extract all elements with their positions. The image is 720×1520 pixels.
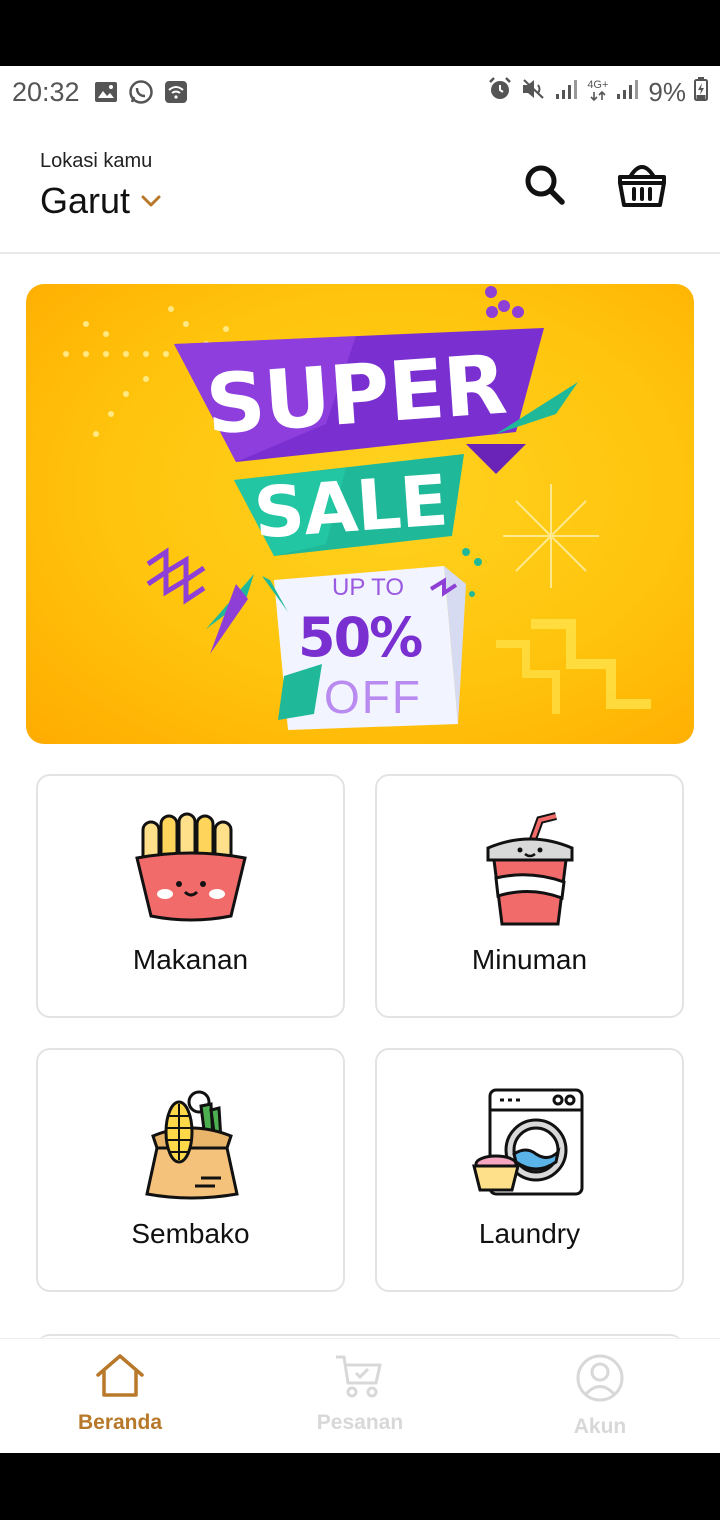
basket-button[interactable] <box>614 158 670 214</box>
location-city: Garut <box>40 180 131 221</box>
nav-akun[interactable]: Akun <box>480 1339 720 1453</box>
category-card-minuman[interactable]: Minuman <box>375 774 684 1018</box>
chevron-down-icon <box>140 194 162 208</box>
wifi-box-icon <box>164 80 188 104</box>
system-bottom-bar <box>0 1453 720 1520</box>
battery-charging-icon <box>694 76 708 108</box>
location-label: Lokasi kamu <box>40 150 153 172</box>
user-icon <box>574 1353 626 1407</box>
banner-text-off: OFF <box>324 671 422 723</box>
promo-banner[interactable]: SUPER SALE UP TO 50% OFF <box>26 284 694 744</box>
status-bar: 20:32 4G+ 9% <box>0 66 720 118</box>
search-button[interactable] <box>516 158 572 214</box>
fries-icon <box>131 812 251 932</box>
drink-cup-icon <box>470 812 590 932</box>
gallery-icon <box>94 81 118 103</box>
category-label: Minuman <box>471 944 588 975</box>
network-type-label: 4G+ <box>587 79 609 91</box>
search-icon <box>522 162 566 210</box>
app-header: Lokasi kamu Garut <box>0 118 720 254</box>
nav-label: Beranda <box>77 1411 163 1434</box>
category-label: Makanan <box>132 944 249 975</box>
nav-beranda[interactable]: Beranda <box>0 1339 240 1453</box>
battery-percent: 9% <box>648 76 686 107</box>
mute-icon <box>521 77 547 108</box>
category-card-sembako[interactable]: Sembako <box>36 1048 345 1292</box>
banner-text-percent: 50% <box>298 606 423 669</box>
app-screen: Lokasi kamu Garut SUPER SALE UP TO 50% O… <box>0 118 720 1453</box>
signal-icon <box>555 77 579 107</box>
system-top-bar <box>0 0 720 66</box>
cart-icon <box>334 1353 386 1403</box>
whatsapp-icon <box>128 79 154 105</box>
signal-icon-2 <box>616 77 640 107</box>
banner-text-sale: SALE <box>251 459 450 555</box>
network-4g-icon: 4G+ <box>587 80 608 104</box>
category-label: Laundry <box>478 1218 581 1249</box>
category-card-makanan[interactable]: Makanan <box>36 774 345 1018</box>
nav-label: Pesanan <box>316 1411 404 1434</box>
banner-text-upto: UP TO <box>332 574 405 601</box>
category-card-laundry[interactable]: Laundry <box>375 1048 684 1292</box>
alarm-icon <box>487 76 513 109</box>
location-selector[interactable]: Garut <box>40 180 162 222</box>
category-label: Sembako <box>131 1218 250 1249</box>
status-time: 20:32 <box>12 76 80 107</box>
nav-label: Akun <box>573 1415 627 1438</box>
washing-machine-icon <box>470 1086 590 1206</box>
grocery-sack-icon <box>131 1086 251 1206</box>
basket-icon <box>616 159 668 213</box>
bottom-navigation: Beranda Pesanan Akun <box>0 1338 720 1453</box>
nav-pesanan[interactable]: Pesanan <box>240 1339 480 1453</box>
home-icon <box>94 1353 146 1403</box>
